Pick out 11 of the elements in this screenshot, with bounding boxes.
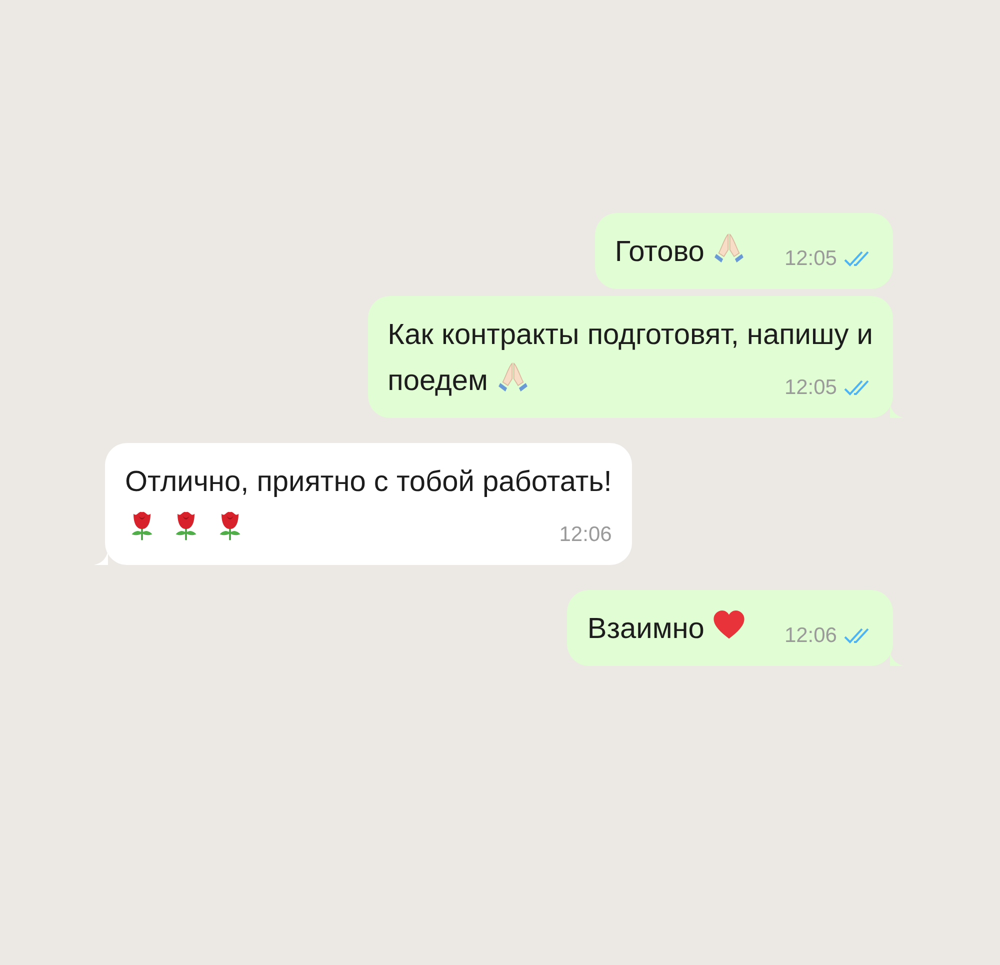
folded-hands-icon [496,360,530,394]
message-time: 12:06 [559,523,612,547]
message-time: 12:06 [784,624,837,648]
message-time: 12:05 [784,376,837,400]
message-text: Как контракты подготовят, напишу и [388,319,873,351]
message-time: 12:05 [784,247,837,271]
folded-hands-icon [712,231,746,265]
message-text: Отлично, приятно с тобой работать! [125,466,612,498]
message-text: поедем [388,365,488,397]
message-text: Взаимно [587,613,704,645]
message-text: Готово [614,236,704,268]
